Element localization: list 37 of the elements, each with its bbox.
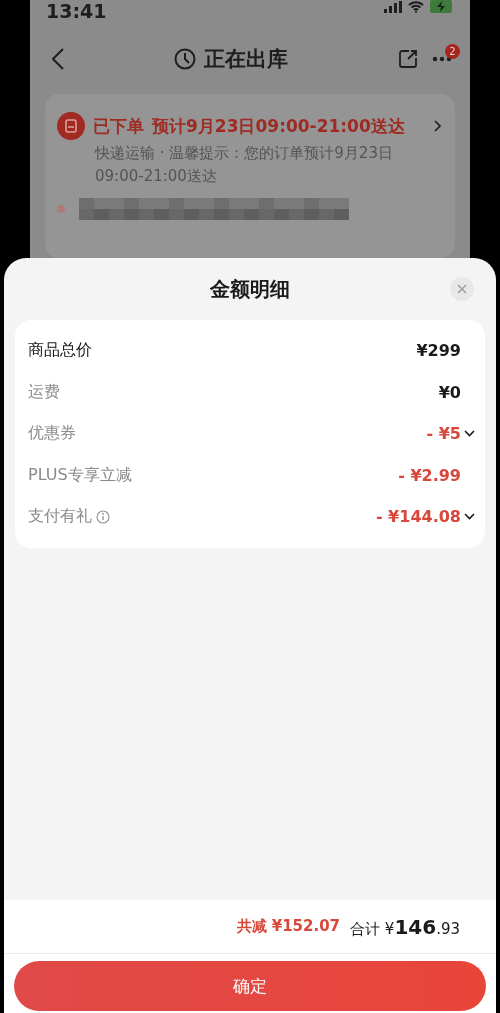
- share-icon[interactable]: [398, 49, 418, 69]
- sheet-title: 金额明细: [210, 275, 290, 303]
- status-time: 13:41: [46, 0, 107, 23]
- info-icon[interactable]: [96, 509, 110, 524]
- order-icon: [57, 112, 85, 140]
- delivery-estimate: 预计9月23日09:00-21:00送达: [152, 114, 405, 138]
- price-value: ¥0: [438, 382, 461, 402]
- order-status-card[interactable]: 已下单 预计9月23日09:00-21:00送达 快递运输 · 温馨提示：您的订单预计9月23日 09:00-21:00送达: [45, 94, 455, 258]
- timeline-dot: [57, 205, 65, 213]
- delivery-note: 09:00-21:00送达: [95, 166, 218, 187]
- signal-icon: [384, 0, 402, 13]
- chevron-down-icon[interactable]: [464, 513, 475, 521]
- price-label: 优惠券: [28, 423, 76, 445]
- price-label: 运费: [28, 381, 60, 403]
- discount-total: 共减 ¥152.07: [236, 917, 341, 936]
- price-label: PLUS专享立减: [28, 464, 132, 486]
- order-status: 已下单: [93, 114, 144, 138]
- page-title: 正在出库: [204, 46, 288, 73]
- battery-icon: [430, 0, 454, 13]
- wifi-icon: [408, 0, 424, 13]
- price-label: 支付有礼: [28, 506, 92, 528]
- price-value: - ¥144.08: [375, 507, 461, 527]
- price-value: - ¥5: [426, 424, 461, 444]
- notification-badge: 2: [445, 44, 460, 59]
- price-value: ¥299: [416, 341, 461, 361]
- delivery-note: 快递运输 · 温馨提示：您的订单预计9月23日: [95, 143, 394, 164]
- chevron-down-icon[interactable]: [464, 430, 475, 438]
- confirm-button[interactable]: 确定: [14, 961, 486, 1011]
- price-value: - ¥2.99: [398, 465, 461, 485]
- close-button[interactable]: [450, 277, 474, 301]
- chevron-right-icon: [434, 120, 441, 132]
- more-icon[interactable]: [432, 56, 452, 62]
- price-label: 商品总价: [28, 340, 92, 362]
- close-icon: [457, 284, 467, 294]
- clock-icon: [174, 48, 196, 70]
- grand-total: 合计 ¥146.93: [350, 914, 460, 939]
- back-icon[interactable]: [52, 48, 64, 70]
